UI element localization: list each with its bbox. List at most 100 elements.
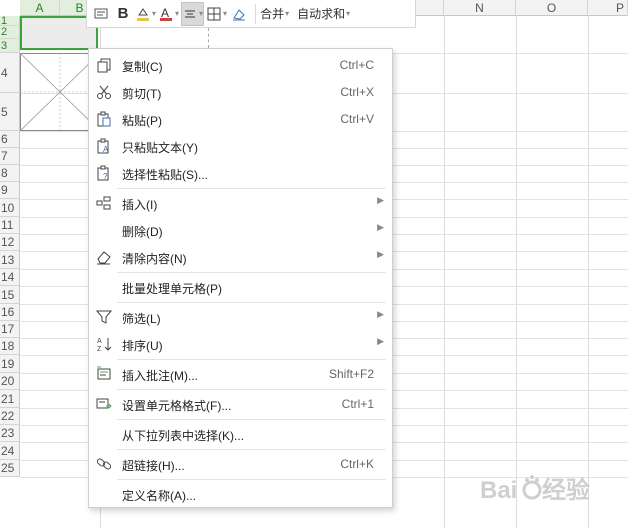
row-header-18[interactable]: 18 [0,338,20,355]
row-header-20[interactable]: 20 [0,373,20,390]
merge-button[interactable]: 合并 ▾ [260,2,289,26]
paste-icon [97,111,111,127]
menu-shortcut: Ctrl+V [340,112,374,126]
column-header-a[interactable]: A [20,0,60,16]
autosum-button[interactable]: 自动求和 ▾ [297,2,350,26]
menu-label: 设置单元格格式(F)... [122,399,232,413]
bold-button[interactable]: B [113,2,133,26]
row-header-12[interactable]: 12 [0,234,20,251]
comment-icon [97,366,111,380]
menu-shortcut: Ctrl+K [340,457,374,471]
row-header-17[interactable]: 17 [0,321,20,338]
menu-item-pick-from-list[interactable]: 从下拉列表中选择(K)... [89,421,392,447]
row-header-11[interactable]: 11 [0,217,20,234]
menu-label: 定义名称(A)... [122,489,196,503]
menu-item-hyperlink[interactable]: 超链接(H)... Ctrl+K [89,451,392,477]
row-header-25[interactable]: 25 [0,460,20,477]
row-header-15[interactable]: 15 [0,286,20,304]
submenu-arrow-icon: ▶ [377,336,384,346]
format-painter-icon[interactable] [91,2,111,26]
menu-label: 清除内容(N) [122,252,187,266]
menu-shortcut: Ctrl+C [339,58,374,72]
row-header-6[interactable]: 6 [0,131,20,148]
filter-icon [95,310,113,324]
svg-text:A: A [97,338,102,345]
row-header-9[interactable]: 9 [0,182,20,199]
menu-item-insert[interactable]: 插入(I) ▶ [89,190,392,216]
menu-shortcut: Ctrl+X [340,85,374,99]
svg-text:?: ? [103,172,108,181]
svg-text:A: A [161,6,169,20]
merge-label: 合并 [260,7,285,21]
mini-toolbar: B ▾ A ▾ ▾ ▾ 合并 ▾ 自动求和 ▾ [86,0,416,28]
menu-item-filter[interactable]: 筛选(L) ▶ [89,304,392,330]
font-color-button[interactable]: A ▾ [158,2,179,26]
clear-format-icon[interactable] [229,2,249,26]
menu-shortcut: Ctrl+1 [341,397,374,411]
eraser-icon [97,251,111,265]
menu-label: 插入批注(M)... [122,369,198,383]
row-header-13[interactable]: 13 [0,251,20,269]
menu-item-paste-special[interactable]: ? 选择性粘贴(S)... [89,160,392,186]
menu-label: 插入(I) [122,198,158,212]
submenu-arrow-icon: ▶ [377,195,384,205]
row-header-10[interactable]: 10 [0,199,20,217]
menu-label: 筛选(L) [122,312,161,326]
menu-item-delete[interactable]: 删除(D) ▶ [89,217,392,243]
paste-special-icon: ? [97,165,109,181]
menu-item-copy[interactable]: 复制(C) Ctrl+C [89,52,392,78]
menu-label: 粘贴(P) [122,114,162,128]
borders-button[interactable]: ▾ [206,2,227,26]
fill-color-button[interactable]: ▾ [135,2,156,26]
menu-item-paste-text-only[interactable]: A 只粘贴文本(Y) [89,133,392,159]
submenu-arrow-icon: ▶ [377,309,384,319]
menu-item-format-cells[interactable]: 设置单元格格式(F)... Ctrl+1 [89,391,392,417]
menu-item-paste[interactable]: 粘贴(P) Ctrl+V [89,106,392,132]
format-cells-icon [96,398,112,409]
row-header-4[interactable]: 4 [0,53,20,93]
row-header-22[interactable]: 22 [0,408,20,425]
row-header-23[interactable]: 23 [0,425,20,442]
row-header-2[interactable]: 2 [0,26,20,39]
svg-text:Z: Z [97,346,102,353]
row-header-14[interactable]: 14 [0,269,20,286]
menu-item-clear-contents[interactable]: 清除内容(N) ▶ [89,244,392,270]
insert-cells-icon [96,196,111,210]
menu-item-batch-process[interactable]: 批量处理单元格(P) [89,274,392,300]
row-header-8[interactable]: 8 [0,165,20,182]
row-header-24[interactable]: 24 [0,442,20,460]
scissors-icon [97,85,111,99]
menu-label: 批量处理单元格(P) [122,282,222,296]
row-header-3[interactable]: 3 [0,39,20,53]
row-header-7[interactable]: 7 [0,148,20,165]
svg-text:A: A [103,145,109,154]
menu-label: 从下拉列表中选择(K)... [122,429,244,443]
row-header-16[interactable]: 16 [0,304,20,321]
row-header-19[interactable]: 19 [0,355,20,373]
copy-icon [97,58,111,73]
align-center-button[interactable]: ▾ [181,1,205,26]
submenu-arrow-icon: ▶ [377,249,384,259]
menu-label: 排序(U) [122,339,163,353]
menu-label: 选择性粘贴(S)... [122,168,208,182]
menu-label: 删除(D) [122,225,163,239]
submenu-arrow-icon: ▶ [377,222,384,232]
svg-text:经验: 经验 [542,476,590,504]
menu-item-cut[interactable]: 剪切(T) Ctrl+X [89,79,392,105]
context-menu: 复制(C) Ctrl+C 剪切(T) Ctrl+X 粘贴(P) Ctrl+V A… [88,48,393,508]
column-header-n[interactable]: N [444,0,516,16]
menu-label: 超链接(H)... [122,459,185,473]
menu-item-insert-comment[interactable]: 插入批注(M)... Shift+F2 [89,361,392,387]
row-header-21[interactable]: 21 [0,390,20,408]
autosum-label: 自动求和 [297,7,346,21]
menu-label: 复制(C) [122,60,163,74]
menu-item-sort[interactable]: AZ 排序(U) ▶ [89,331,392,357]
sort-icon: AZ [97,338,112,353]
menu-shortcut: Shift+F2 [328,367,374,381]
column-header-p[interactable]: P [588,0,628,16]
menu-item-define-name[interactable]: 定义名称(A)... [89,481,392,507]
menu-label: 剪切(T) [122,87,162,101]
row-header-1[interactable]: 1 [0,16,20,26]
row-header-5[interactable]: 5 [0,93,20,131]
column-header-o[interactable]: O [516,0,588,16]
